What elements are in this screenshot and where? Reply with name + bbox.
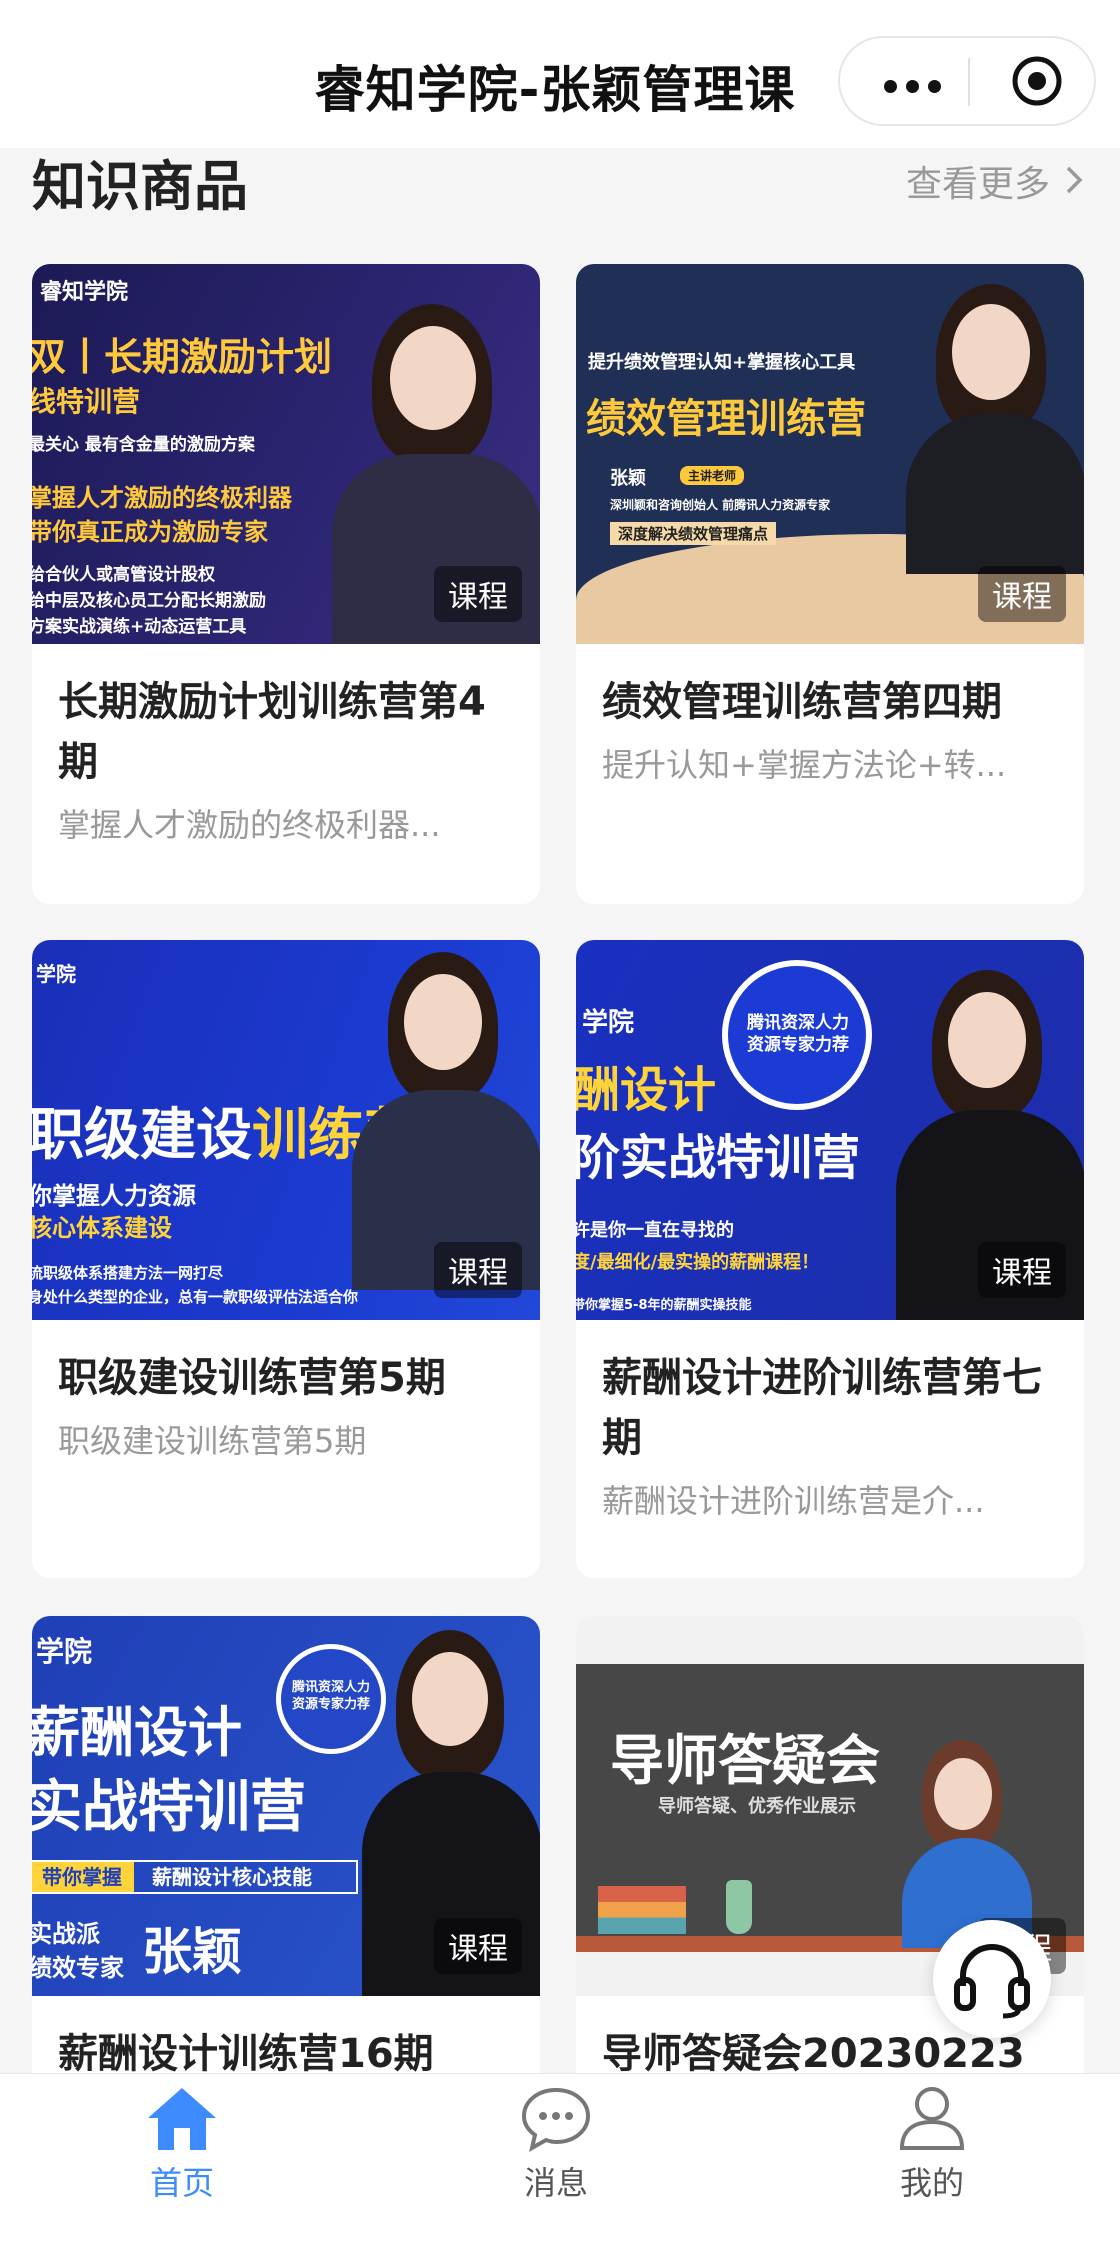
product-card[interactable]: 睿知学院 双丨长期激励计划 线特训营 最关心 最有含金量的激励方案 掌握人才激励… [32,264,540,904]
thumb-logo: 学院 [36,1635,93,1668]
thumb-logo: 学院 [582,1008,635,1038]
close-miniprogram-icon[interactable] [1010,54,1064,108]
card-title: 长期激励计划训练营第4期 [58,679,486,785]
thumb-text: 度/最细化/最实操的薪酬课程！ [576,1252,820,1273]
thumb-text: 张颖 [610,468,646,489]
product-thumbnail: 提升绩效管理认知+掌握核心工具 绩效管理训练营 张颖 主讲老师 深圳颖和咨询创始… [576,264,1084,644]
thumb-text: 绩效专家 [32,1954,124,1982]
thumb-text: 提升绩效管理认知+掌握核心工具 [588,352,856,373]
thumb-headline: 导师答疑会 [610,1729,880,1792]
product-card[interactable]: 学院 腾讯资深人力资源专家力荐 薪酬设计 实战特训营 带你掌握 薪酬设计核心技能… [32,1616,540,2136]
product-card[interactable]: 学院 职级建设训练营 你掌握人力资源 核心体系建设 流职级体系搭建方法一网打尽 … [32,940,540,1578]
thumb-text: 主讲老师 [680,466,745,485]
view-more-link[interactable]: 查看更多 [906,155,1084,207]
thumb-text: 核心体系建设 [32,1214,172,1242]
thumb-text: 许是你一直在寻找的 [576,1220,734,1241]
tab-label: 我的 [899,2164,964,2202]
card-title: 薪酬设计进阶训练营第七期 [602,1355,1042,1461]
thumb-text: 深度解决绩效管理痛点 [610,522,777,545]
thumb-text: 你掌握人力资源 [32,1182,196,1210]
more-menu-icon[interactable] [884,78,950,97]
card-title: 绩效管理训练营第四期 [602,679,1002,725]
thumb-logo: 睿知学院 [40,280,129,305]
thumb-headline: 实战特训营 [32,1775,306,1840]
course-tag: 课程 [978,1242,1066,1298]
thumb-text: 张颖 [142,1923,242,1981]
product-card[interactable]: 导师答疑会 导师答疑、优秀作业展示 课程 导师答疑会20230223 [576,1616,1084,2136]
card-description: 提升认知+掌握方法论+转... [602,746,1007,784]
seal-text: 腾讯资深人力资源专家力荐 [291,1680,370,1712]
thumb-text: 流职级体系搭建方法一网打尽 [32,1264,224,1282]
course-tag: 课程 [434,566,522,622]
thumb-text: 薪酬设计核心技能 [152,1865,312,1889]
user-icon [899,2087,965,2150]
thumb-headline-part: 职级建设 [32,1103,252,1168]
view-more-label: 查看更多 [905,164,1050,205]
thumb-text: 带你真正成为激励专家 [32,518,268,546]
section-title: 知识商品 [32,155,248,218]
thumb-headline: 薪酬设计 [32,1701,242,1764]
endorsement-seal: 腾讯资深人力资源专家力荐 [722,960,872,1110]
thumb-headline: 阶实战特训营 [576,1130,861,1186]
product-thumbnail: 学院 腾讯资深人力资源专家力荐 薪酬设计 实战特训营 带你掌握 薪酬设计核心技能… [32,1616,540,1996]
tab-messages[interactable]: 消息 [456,2084,656,2204]
card-description: 薪酬设计进阶训练营是介... [602,1482,985,1520]
thumb-logo: 学院 [36,962,76,986]
plant-illustration [726,1880,752,1934]
card-title: 职级建设训练营第5期 [58,1355,446,1401]
thumb-text: 身处什么类型的企业，总有一款职级评估法适合你 [32,1288,359,1306]
thumb-text: 导师答疑、优秀作业展示 [658,1796,856,1817]
chat-icon [521,2087,591,2152]
tab-label: 消息 [523,2164,588,2202]
chevron-right-icon [1064,164,1084,205]
bottom-tab-bar: 首页 消息 我的 [0,2073,1120,2254]
books-illustration [598,1886,686,1934]
thumb-banner: 带你掌握 薪酬设计核心技能 [32,1860,358,1894]
capsule-divider [968,58,970,106]
product-thumbnail: 睿知学院 双丨长期激励计划 线特训营 最关心 最有含金量的激励方案 掌握人才激励… [32,264,540,644]
tab-label: 首页 [149,2164,214,2202]
thumb-text: 带你掌握5-8年的薪酬实操技能 [576,1298,752,1313]
thumb-text: 给合伙人或高管设计股权 [32,565,215,585]
thumb-text: 方案实战演练+动态运营工具 [32,617,247,637]
course-tag: 课程 [978,566,1066,622]
tab-home[interactable]: 首页 [82,2084,282,2204]
thumb-text: 实战派 [32,1920,100,1948]
thumb-headline: 酬设计 [576,1062,717,1118]
seal-text: 腾讯资深人力资源专家力荐 [747,1013,849,1055]
headset-icon [954,1944,1030,2019]
customer-service-button[interactable] [933,1920,1051,2038]
thumb-text: 深圳颖和咨询创始人 前腾讯人力资源专家 [610,498,831,512]
top-nav-bar: 睿知学院-张颖管理课 [0,0,1120,148]
thumb-subheadline: 线特训营 [32,385,141,418]
card-description: 职级建设训练营第5期 [58,1422,367,1460]
thumb-text: 最关心 最有含金量的激励方案 [32,435,255,455]
thumb-headline: 绩效管理训练营 [586,396,866,442]
thumb-text: 掌握人才激励的终极利器 [32,484,292,512]
product-thumbnail: 学院 职级建设训练营 你掌握人力资源 核心体系建设 流职级体系搭建方法一网打尽 … [32,940,540,1320]
thumb-headline: 双丨长期激励计划 [32,335,333,379]
miniprogram-capsule [838,36,1096,126]
thumb-text: 带你掌握 [32,1862,134,1892]
product-card[interactable]: 提升绩效管理认知+掌握核心工具 绩效管理训练营 张颖 主讲老师 深圳颖和咨询创始… [576,264,1084,904]
card-description: 掌握人才激励的终极利器... [58,806,441,844]
course-tag: 课程 [434,1242,522,1298]
product-card[interactable]: 学院 腾讯资深人力资源专家力荐 酬设计 阶实战特训营 许是你一直在寻找的 度/最… [576,940,1084,1578]
home-icon [148,2088,216,2150]
product-thumbnail: 学院 腾讯资深人力资源专家力荐 酬设计 阶实战特训营 许是你一直在寻找的 度/最… [576,940,1084,1320]
tab-profile[interactable]: 我的 [832,2084,1032,2204]
thumb-text: 给中层及核心员工分配长期激励 [32,591,266,611]
course-tag: 课程 [434,1918,522,1974]
